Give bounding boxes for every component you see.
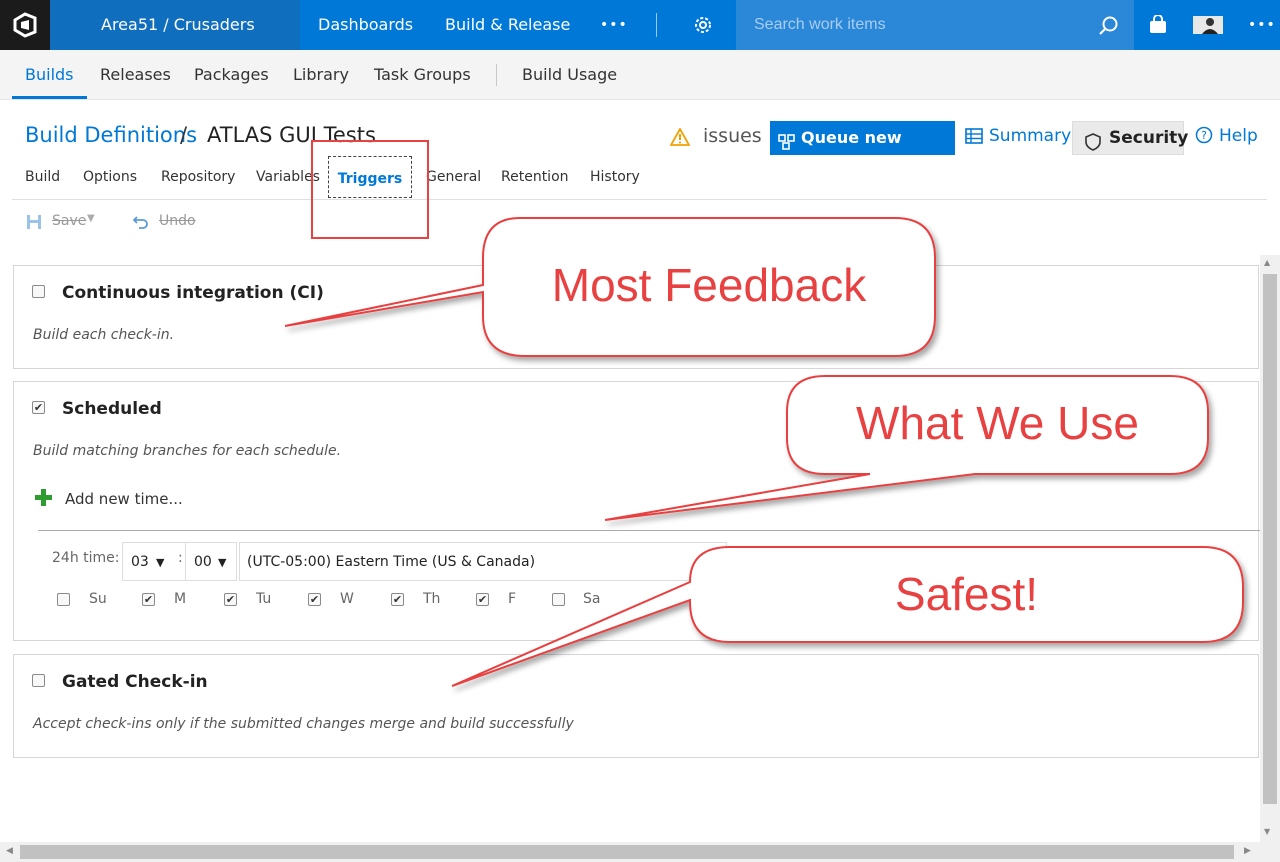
- most-feedback-text: Most Feedback: [551, 259, 867, 311]
- what-we-use-text: What We Use: [856, 397, 1139, 449]
- triggers-highlight-box: [311, 140, 429, 239]
- safest-text: Safest!: [894, 568, 1039, 620]
